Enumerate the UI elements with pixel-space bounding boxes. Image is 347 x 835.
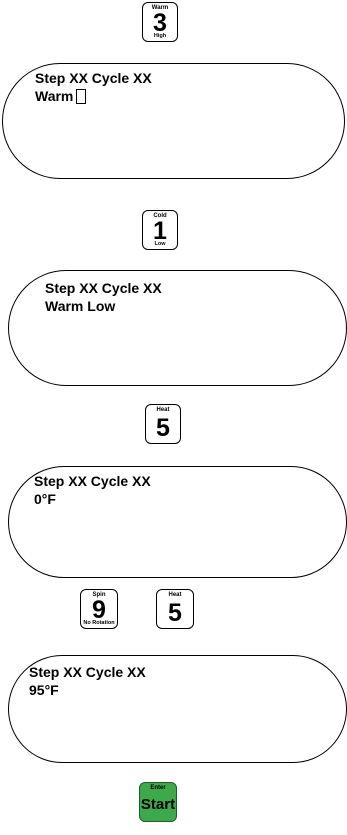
key-bottom-label: Low <box>154 241 166 247</box>
display-screen-4: Step XX Cycle XX 95°F <box>8 655 347 763</box>
display-line-2: 95°F <box>29 682 59 698</box>
key-number: 5 <box>168 599 182 627</box>
key-top-label: Heat <box>156 407 170 413</box>
display-text: Warm <box>35 88 74 104</box>
key-bottom-label: High <box>153 33 167 39</box>
start-button[interactable]: Enter Start <box>139 782 177 822</box>
key-top-label: Heat <box>168 592 182 598</box>
key-3-warm-high[interactable]: Warm 3 High <box>142 2 178 42</box>
key-number: 5 <box>156 414 170 442</box>
start-label: Start <box>140 796 176 813</box>
display-screen-1: Step XX Cycle XX Warm <box>2 63 345 179</box>
key-5-heat-second[interactable]: Heat 5 <box>156 589 194 629</box>
display-line-1: Step XX Cycle XX <box>34 473 151 489</box>
key-1-cold-low[interactable]: Cold 1 Low <box>142 210 178 250</box>
display-line-1: Step XX Cycle XX <box>45 280 162 296</box>
display-screen-2: Step XX Cycle XX Warm Low <box>8 270 347 386</box>
display-line-2: Warm Low <box>45 298 116 314</box>
display-line-1: Step XX Cycle XX <box>29 664 146 680</box>
display-line-2: Warm <box>35 88 87 104</box>
display-screen-3: Step XX Cycle XX 0°F <box>8 466 347 578</box>
key-5-heat[interactable]: Heat 5 <box>145 404 181 444</box>
key-9-spin-no-rotation[interactable]: Spin 9 No Rotation <box>80 589 118 629</box>
text-cursor-icon <box>76 89 87 104</box>
display-line-1: Step XX Cycle XX <box>35 70 152 86</box>
key-top-label: Enter <box>150 785 166 791</box>
display-line-2: 0°F <box>34 491 56 507</box>
key-bottom-label: No Rotation <box>83 620 115 626</box>
